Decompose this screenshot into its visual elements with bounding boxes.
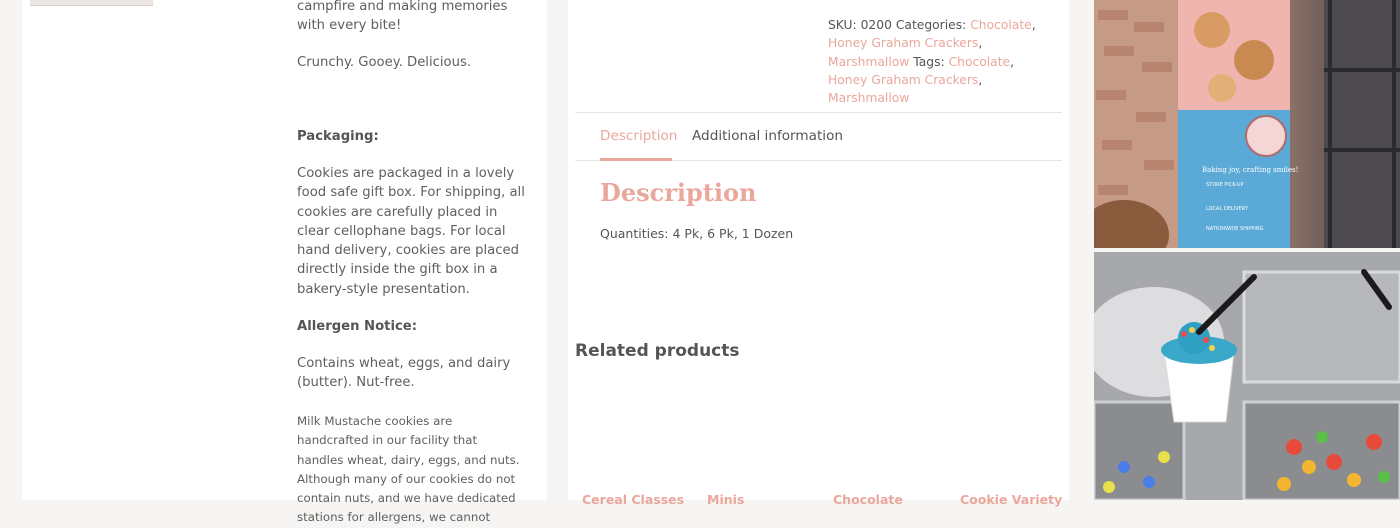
description-heading: Description xyxy=(600,178,757,207)
category-link-chocolate[interactable]: Chocolate xyxy=(970,18,1032,32)
banner-item-shipping: NATIONWIDE SHIPPING xyxy=(1206,226,1264,232)
allergen-text: Contains wheat, eggs, and dairy (butter)… xyxy=(297,356,511,391)
tagline: Crunchy. Gooey. Delicious. xyxy=(297,55,472,70)
tabs-top-divider xyxy=(575,112,1062,113)
ice-cream-photo xyxy=(1094,252,1400,500)
tag-link-chocolate[interactable]: Chocolate xyxy=(949,55,1011,69)
category-link-honey-graham[interactable]: Honey Graham Crackers xyxy=(828,36,978,50)
product-meta: SKU: 0200 Categories: Chocolate, Honey G… xyxy=(828,18,1036,106)
sku-label: SKU: xyxy=(828,18,857,32)
ice-cream-illustration xyxy=(1094,252,1400,500)
related-products-heading: Related products xyxy=(575,341,740,361)
allergen-detail: Milk Mustache cookies are handcrafted in… xyxy=(297,414,520,525)
quantities-text: Quantities: 4 Pk, 6 Pk, 1 Dozen xyxy=(600,226,794,241)
tags-label: Tags: xyxy=(913,54,945,69)
tag-link-honey-graham[interactable]: Honey Graham Crackers xyxy=(828,73,978,87)
packaging-text: Cookies are packaged in a lovely food sa… xyxy=(297,166,525,297)
banner-item-delivery: LOCAL DELIVERY xyxy=(1206,206,1249,212)
tag-link-marshmallow[interactable]: Marshmallow xyxy=(828,91,909,105)
product-thumbnail[interactable] xyxy=(30,0,153,6)
chef-logo-icon xyxy=(1245,115,1287,157)
allergen-heading: Allergen Notice: xyxy=(297,319,418,334)
packaging-heading: Packaging: xyxy=(297,129,379,144)
banner-item-pickup: STORE PICK-UP xyxy=(1206,182,1244,188)
active-tab-indicator xyxy=(600,158,672,161)
banner-slogan: Baking joy, crafting smiles! xyxy=(1202,166,1298,174)
tab-additional-information[interactable]: Additional information xyxy=(692,127,843,145)
sku-value: 0200 xyxy=(860,18,892,32)
categories-label: Categories: xyxy=(895,18,967,32)
category-link-marshmallow[interactable]: Marshmallow xyxy=(828,55,909,69)
intro-text: campfire and making memories with every … xyxy=(297,0,508,34)
store-banner-illustration: Baking joy, crafting smiles! STORE PICK-… xyxy=(1094,0,1400,248)
tab-description[interactable]: Description xyxy=(600,127,677,145)
store-banner-photo: Baking joy, crafting smiles! STORE PICK-… xyxy=(1094,0,1400,248)
